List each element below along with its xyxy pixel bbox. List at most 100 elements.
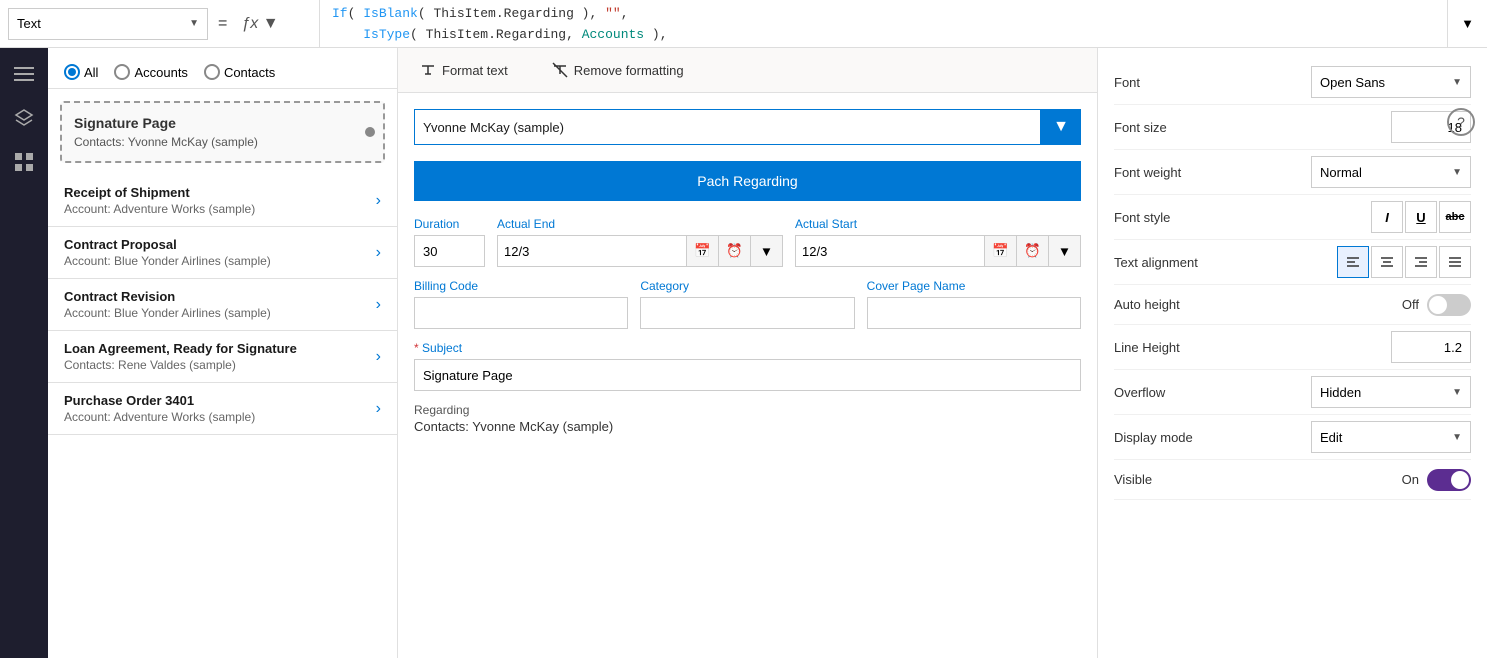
formula-bar: Text ▼ = ƒx ▼ If( IsBlank( ThisItem.Rega… [0, 0, 1487, 48]
radio-accounts[interactable]: Accounts [114, 64, 187, 80]
chevron-icon-3: › [376, 296, 381, 314]
actual-end-time-icon[interactable]: ⏰ [719, 235, 751, 267]
field-category: Category [640, 279, 854, 329]
list-item[interactable]: Purchase Order 3401 Account: Adventure W… [48, 383, 397, 435]
radio-contacts[interactable]: Contacts [204, 64, 275, 80]
actual-end-input[interactable] [497, 235, 687, 267]
visible-toggle[interactable] [1427, 469, 1471, 491]
list-item[interactable]: Loan Agreement, Ready for Signature Cont… [48, 331, 397, 383]
signature-page-card[interactable]: Signature Page Contacts: Yvonne McKay (s… [60, 101, 385, 163]
prop-overflow: Overflow Hidden ▼ [1114, 370, 1471, 415]
actual-start-calendar-icon[interactable]: 📅 [985, 235, 1017, 267]
align-right-button[interactable] [1405, 246, 1437, 278]
category-label: Category [640, 279, 854, 293]
text-alignment-label: Text alignment [1114, 255, 1198, 270]
hamburger-icon[interactable] [6, 56, 42, 92]
italic-button[interactable]: I [1371, 201, 1403, 233]
resize-handle[interactable] [365, 127, 375, 137]
radio-circle-accounts [114, 64, 130, 80]
sidebar-icons [0, 48, 48, 658]
radio-circle-all [64, 64, 80, 80]
radio-circle-contacts [204, 64, 220, 80]
actual-start-time-icon[interactable]: ⏰ [1017, 235, 1049, 267]
formula-expand-btn[interactable]: ▼ [1447, 0, 1487, 47]
chevron-icon-1: › [376, 192, 381, 210]
form-content: ▼ Pach Regarding Duration Actual End 📅 ⏰ [398, 93, 1097, 450]
contract-title-2: Contract Proposal [64, 237, 271, 252]
contract-sub-2: Account: Blue Yonder Airlines (sample) [64, 254, 271, 268]
actual-end-down-icon[interactable]: ▼ [751, 235, 783, 267]
duration-label: Duration [414, 217, 485, 231]
overflow-label: Overflow [1114, 385, 1165, 400]
billing-code-input[interactable] [414, 297, 628, 329]
chevron-icon-4: › [376, 348, 381, 366]
formula-bar-right[interactable]: If( IsBlank( ThisItem.Regarding ), "", I… [320, 0, 1447, 47]
duration-input[interactable] [414, 235, 485, 267]
prop-display-mode: Display mode Edit ▼ [1114, 415, 1471, 460]
radio-all[interactable]: All [64, 64, 98, 80]
overflow-value: Hidden [1320, 385, 1361, 400]
overflow-select[interactable]: Hidden ▼ [1311, 376, 1471, 408]
help-icon[interactable]: ? [1447, 108, 1475, 136]
list-item[interactable]: Contract Revision Account: Blue Yonder A… [48, 279, 397, 331]
prop-visible: Visible On [1114, 460, 1471, 500]
list-item[interactable]: Contract Proposal Account: Blue Yonder A… [48, 227, 397, 279]
category-input[interactable] [640, 297, 854, 329]
signature-page-title: Signature Page [74, 115, 371, 131]
underline-button[interactable]: U [1405, 201, 1437, 233]
prop-font: Font Open Sans ▼ [1114, 60, 1471, 105]
font-label: Font [1114, 75, 1140, 90]
font-select[interactable]: Open Sans ▼ [1311, 66, 1471, 98]
signature-page-sub: Contacts: Yvonne McKay (sample) [74, 135, 371, 149]
actual-start-label: Actual Start [795, 217, 1081, 231]
prop-text-alignment: Text alignment [1114, 240, 1471, 285]
actual-start-down-icon[interactable]: ▼ [1049, 235, 1081, 267]
contracts-header: All Accounts Contacts [48, 48, 397, 89]
chevron-icon-5: › [376, 400, 381, 418]
radio-accounts-label: Accounts [134, 65, 187, 80]
regarding-label: Regarding [414, 403, 1081, 417]
auto-height-thumb [1429, 296, 1447, 314]
properties-panel: ? Font Open Sans ▼ Font size Font weight… [1097, 48, 1487, 658]
formula-fx[interactable]: ƒx ▼ [237, 15, 282, 33]
remove-formatting-icon [552, 62, 568, 78]
line-height-input[interactable] [1391, 331, 1471, 363]
radio-group: All Accounts Contacts [64, 64, 381, 80]
list-item[interactable]: Receipt of Shipment Account: Adventure W… [48, 175, 397, 227]
display-mode-caret: ▼ [1452, 432, 1462, 443]
cover-page-name-input[interactable] [867, 297, 1081, 329]
font-weight-caret: ▼ [1452, 167, 1462, 178]
display-mode-select[interactable]: Edit ▼ [1311, 421, 1471, 453]
patch-regarding-button[interactable]: Pach Regarding [414, 161, 1081, 201]
subject-label: Subject [414, 341, 1081, 355]
align-left-button[interactable] [1337, 246, 1369, 278]
formula-equals: = [214, 15, 231, 33]
auto-height-value: Off [1402, 297, 1419, 312]
remove-formatting-button[interactable]: Remove formatting [542, 56, 694, 84]
line-height-label: Line Height [1114, 340, 1180, 355]
font-weight-label: Font weight [1114, 165, 1181, 180]
format-text-button[interactable]: Format text [410, 56, 518, 84]
font-weight-value: Normal [1320, 165, 1362, 180]
auto-height-toggle[interactable] [1427, 294, 1471, 316]
actual-end-calendar-icon[interactable]: 📅 [687, 235, 719, 267]
field-cover-page-name: Cover Page Name [867, 279, 1081, 329]
contracts-panel: All Accounts Contacts Signature Page Con… [48, 48, 398, 658]
display-mode-value: Edit [1320, 430, 1342, 445]
formula-dropdown[interactable]: Text ▼ [8, 8, 208, 40]
font-caret: ▼ [1452, 77, 1462, 88]
contract-sub-5: Account: Adventure Works (sample) [64, 410, 255, 424]
contract-title-5: Purchase Order 3401 [64, 393, 255, 408]
font-weight-select[interactable]: Normal ▼ [1311, 156, 1471, 188]
formula-content: If( IsBlank( ThisItem.Regarding ), "", I… [332, 6, 925, 47]
contact-dropdown-button[interactable]: ▼ [1041, 109, 1081, 145]
align-justify-button[interactable] [1439, 246, 1471, 278]
actual-start-input[interactable] [795, 235, 985, 267]
layers-icon[interactable] [6, 100, 42, 136]
align-center-button[interactable] [1371, 246, 1403, 278]
grid-icon[interactable] [6, 144, 42, 180]
subject-input[interactable] [414, 359, 1081, 391]
field-actual-end: Actual End 📅 ⏰ ▼ [497, 217, 783, 267]
strikethrough-button[interactable]: abc [1439, 201, 1471, 233]
contact-input[interactable] [414, 109, 1041, 145]
